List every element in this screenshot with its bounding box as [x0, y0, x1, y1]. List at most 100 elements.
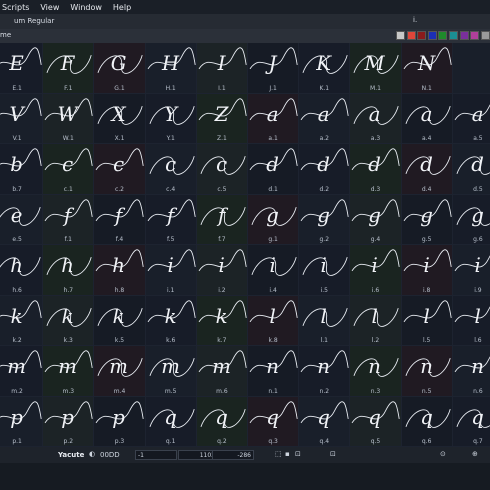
glyph-cell[interactable]: i i.9: [452, 245, 490, 296]
glyph-cell[interactable]: c c.5: [196, 144, 248, 195]
glyph-cell[interactable]: V V.1: [0, 93, 44, 144]
color-swatch[interactable]: [480, 31, 490, 40]
glyph-cell[interactable]: n n.3: [350, 346, 402, 397]
glyph-cell[interactable]: m m.4: [94, 346, 146, 397]
color-swatch[interactable]: [417, 31, 427, 40]
glyph-cell[interactable]: E E.1: [0, 43, 44, 94]
glyph-cell[interactable]: f f.4: [94, 194, 146, 245]
menu-view[interactable]: View: [40, 3, 59, 12]
glyph-cell[interactable]: f f.5: [145, 194, 197, 245]
glyph-cell[interactable]: m m.3: [43, 346, 95, 397]
color-swatch[interactable]: [470, 31, 480, 40]
glyph-cell[interactable]: n n.6: [452, 346, 490, 397]
glyph-cell[interactable]: c c.4: [145, 144, 197, 195]
glyph-cell[interactable]: n n.1: [248, 346, 300, 397]
lock-metrics-icon[interactable]: ⊡: [295, 450, 301, 458]
component-icon[interactable]: ⊡: [330, 450, 336, 458]
glyph-cell[interactable]: g g.2: [299, 194, 351, 245]
glyph-cell[interactable]: h h.8: [94, 245, 146, 296]
glyph-cell[interactable]: h h.7: [43, 245, 95, 296]
menu-scripts[interactable]: Scripts: [2, 3, 29, 12]
glyph-cell[interactable]: a a.1: [248, 93, 300, 144]
glyph-cell[interactable]: m m.5: [145, 346, 197, 397]
glyph-cell[interactable]: a a.3: [350, 93, 402, 144]
glyph-cell[interactable]: f f.1: [43, 194, 95, 245]
glyph-cell[interactable]: c c.2: [94, 144, 146, 195]
glyph-cell[interactable]: H H.1: [145, 43, 197, 94]
glyph-cell[interactable]: N N.1: [401, 43, 453, 94]
glyph-cell[interactable]: W W.1: [43, 93, 95, 144]
glyph-cell[interactable]: M M.1: [350, 43, 402, 94]
glyph-cell[interactable]: a a.5: [452, 93, 490, 144]
glyph-cell[interactable]: g g.1: [248, 194, 300, 245]
glyph-cell[interactable]: g g.6: [452, 194, 490, 245]
glyph-cell[interactable]: p p.2: [43, 396, 95, 447]
color-swatch[interactable]: [449, 31, 458, 40]
glyph-cell[interactable]: n n.5: [401, 346, 453, 397]
glyph-cell[interactable]: i i.2: [196, 245, 248, 296]
y-field[interactable]: -286: [212, 450, 254, 460]
glyph-cell[interactable]: Z Z.1: [196, 93, 248, 144]
glyph-cell[interactable]: d d.4: [401, 144, 453, 195]
glyph-cell[interactable]: k k.7: [196, 295, 248, 346]
color-swatch[interactable]: [459, 31, 469, 40]
glyph-cell[interactable]: l k.8: [248, 295, 300, 346]
glyph-cell[interactable]: k k.5: [94, 295, 146, 346]
flag-icon[interactable]: ▪: [285, 450, 290, 458]
glyph-cell[interactable]: Y Y.1: [145, 93, 197, 144]
glyph-cell[interactable]: l l.2: [350, 295, 402, 346]
glyph-cell[interactable]: k k.6: [145, 295, 197, 346]
glyph-cell[interactable]: [452, 43, 490, 94]
glyph-cell[interactable]: K K.1: [299, 43, 351, 94]
glyph-cell[interactable]: q q.3: [248, 396, 300, 447]
color-swatch[interactable]: [396, 31, 405, 40]
glyph-cell[interactable]: I I.1: [196, 43, 248, 94]
glyph-cell[interactable]: q q.6: [401, 396, 453, 447]
glyph-cell[interactable]: k k.3: [43, 295, 95, 346]
glyph-cell[interactable]: i i.1: [145, 245, 197, 296]
glyph-cell[interactable]: F F.1: [43, 43, 95, 94]
glyph-cell[interactable]: a a.4: [401, 93, 453, 144]
glyph-cell[interactable]: b b.7: [0, 144, 44, 195]
glyph-cell[interactable]: i i.5: [299, 245, 351, 296]
glyph-cell[interactable]: q q.4: [299, 396, 351, 447]
glyph-cell[interactable]: i i.8: [401, 245, 453, 296]
color-swatch[interactable]: [427, 31, 437, 40]
glyph-cell[interactable]: d d.5: [452, 144, 490, 195]
glyph-cell[interactable]: X X.1: [94, 93, 146, 144]
glyph-cell[interactable]: J J.1: [248, 43, 300, 94]
glyph-cell[interactable]: m m.2: [0, 346, 44, 397]
glyph-cell[interactable]: a a.2: [299, 93, 351, 144]
glyph-cell[interactable]: h h.6: [0, 245, 44, 296]
glyph-cell[interactable]: d d.3: [350, 144, 402, 195]
glyph-cell[interactable]: i i.6: [350, 245, 402, 296]
menu-help[interactable]: Help: [113, 3, 131, 12]
glyph-cell[interactable]: q q.2: [196, 396, 248, 447]
glyph-cell[interactable]: g g.4: [350, 194, 402, 245]
glyph-cell[interactable]: d d.1: [248, 144, 300, 195]
glyph-cell[interactable]: p p.1: [0, 396, 44, 447]
zoom-icon[interactable]: ⊕: [472, 450, 478, 458]
glyph-cell[interactable]: l l.1: [299, 295, 351, 346]
glyph-cell[interactable]: i i.4: [248, 245, 300, 296]
color-swatch[interactable]: [438, 31, 448, 40]
glyph-cell[interactable]: l l.5: [401, 295, 453, 346]
menu-window[interactable]: Window: [70, 3, 102, 12]
preview-icon[interactable]: ◐: [89, 450, 95, 458]
x-field[interactable]: -1: [135, 450, 177, 460]
glyph-cell[interactable]: q q.7: [452, 396, 490, 447]
glyph-cell[interactable]: m m.6: [196, 346, 248, 397]
glyph-cell[interactable]: l l.6: [452, 295, 490, 346]
tab-label[interactable]: me: [0, 31, 11, 39]
glyph-cell[interactable]: f f.7: [196, 194, 248, 245]
glyph-cell[interactable]: e e.5: [0, 194, 44, 245]
glyph-cell[interactable]: c c.1: [43, 144, 95, 195]
glyph-cell[interactable]: G G.1: [94, 43, 146, 94]
glyph-cell[interactable]: p p.3: [94, 396, 146, 447]
settings-icon[interactable]: ⊙: [440, 450, 446, 458]
color-swatch[interactable]: [406, 31, 416, 40]
metrics-icon[interactable]: ⬚: [275, 450, 282, 458]
glyph-cell[interactable]: d d.2: [299, 144, 351, 195]
glyph-cell[interactable]: g g.5: [401, 194, 453, 245]
glyph-cell[interactable]: k k.2: [0, 295, 44, 346]
